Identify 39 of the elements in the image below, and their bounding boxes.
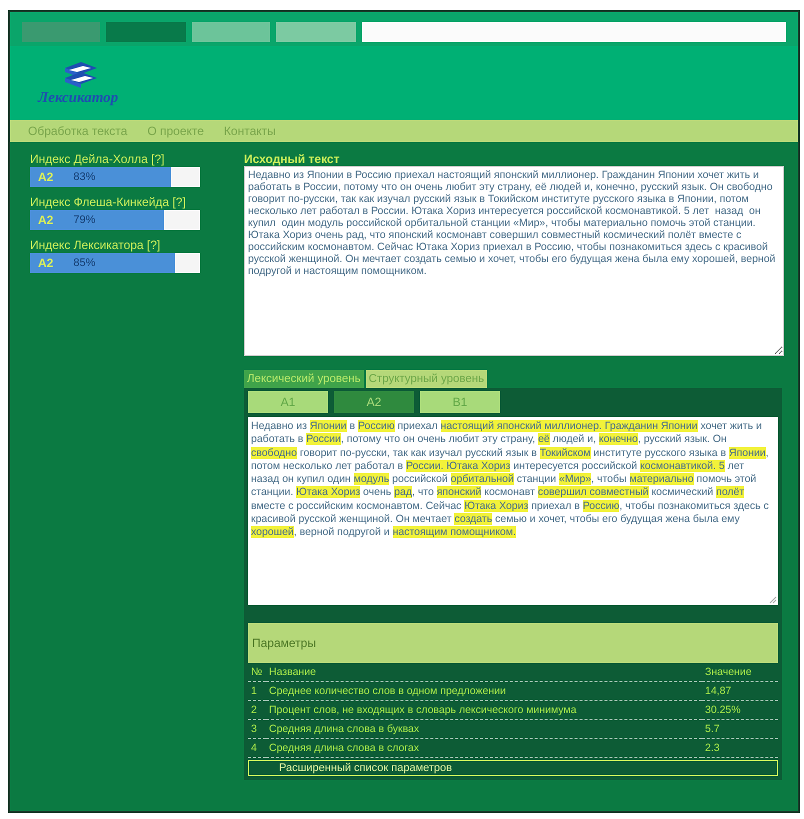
table-cell: 4 (248, 738, 266, 758)
analyzed-text: Недавно из Японии в Россию приехал настоящий японский миллионер. Гражданин Японии хочет жить и работать в России, потому что он очень любит эту страну, её людей и, конечно, русский язык. Он свободно говорит по-русски, так как изучал русский язык в Токийском институте русского языка в Японии, потом несколько лет работал в России. Ютака Хориз интересуется российской космонавтикой. 5 лет назад он купил один модуль российской орбитальной станции «Мир», чтобы материально помочь этой станции. Ютака Хориз очень рад, что японский космонавт совершил совместный космический полёт вместе с российским космонавтом. Сейчас Ютака Хориз приехал в Россию, чтобы познакомиться здесь с красивой русской женщиной. Он мечтает создать семью и хочет, чтобы его будущая жена была ему хорошей, верной подругой и настоящим помощником. (251, 420, 770, 540)
column-header: Название (266, 663, 702, 682)
nav-link[interactable]: О проекте (147, 124, 204, 138)
expand-parameters-button[interactable]: Расширенный список параметров (248, 760, 778, 776)
column-header: Значение (702, 663, 778, 682)
logo-text[interactable]: Лексикатор (38, 90, 118, 106)
index-label[interactable]: Индекс Лексикатора [?] (30, 238, 230, 252)
table-cell: 30.25% (702, 700, 778, 720)
resize-grip-icon[interactable] (769, 596, 777, 604)
percent-label: 79% (73, 214, 96, 226)
table-cell: 2.3 (702, 738, 778, 758)
table-cell: 14,87 (702, 682, 778, 700)
column-header: № (248, 663, 266, 682)
percent-label: 83% (73, 171, 96, 183)
analysis-tab[interactable]: Структурный уровень (366, 370, 488, 388)
index-label[interactable]: Индекс Флеша-Кинкейда [?] (30, 195, 230, 209)
table-cell: Среднее количество слов в одном предложении (266, 682, 702, 700)
level-tab[interactable]: B1 (420, 391, 500, 413)
grade-label: A2 (38, 256, 54, 270)
table-cell: 5.7 (702, 720, 778, 738)
table-cell: 2 (248, 700, 266, 720)
table-cell: Средняя длина слова в слогах (266, 738, 702, 758)
section-title: Исходный текст (244, 152, 340, 166)
grade-label: A2 (38, 213, 54, 227)
level-tab[interactable]: A2 (334, 391, 414, 413)
nav-link[interactable]: Обработка текста (28, 124, 128, 138)
nav-link[interactable]: Контакты (224, 124, 276, 138)
analysis-tab[interactable]: Лексический уровень (244, 370, 364, 388)
section-title: Параметры (252, 636, 316, 650)
index-label[interactable]: Индекс Дейла-Холла [?] (30, 152, 230, 166)
table-cell: Процент слов, не входящих в словарь лексического минимума (266, 700, 702, 720)
grade-label: A2 (38, 170, 54, 184)
table-cell: 3 (248, 720, 266, 738)
table-cell: Средняя длина слова в буквах (266, 720, 702, 738)
source-text-field[interactable]: Недавно из Японии в Россию приехал настоящий японский миллионер. Гражданин Японии хочет жить и работать в России, потому что он очень любит эту страну, её людей и, конечно, русский язык. Он свободно говорит по-русски, так как изучал русский язык в Токийском институте русского языка в Японии, потом несколько лет работал в России. Ютака Хориз интересуется российской космонавтикой. 5 лет назад он купил один модуль российской орбитальной станции «Мир», чтобы материально помочь этой станции. Ютака Хориз очень рад, что японский космонавт совершил совместный космический полёт вместе с российским космонавтом. Сейчас Ютака Хориз приехал в Россию, чтобы познакомиться здесь с красивой русской женщиной. Он мечтает создать семью и хочет, чтобы его будущая жена была ему хорошей, верной подругой и настоящим помощником. (244, 166, 784, 356)
percent-label: 85% (73, 257, 96, 269)
table-cell: 1 (248, 682, 266, 700)
level-tab[interactable]: A1 (248, 391, 328, 413)
